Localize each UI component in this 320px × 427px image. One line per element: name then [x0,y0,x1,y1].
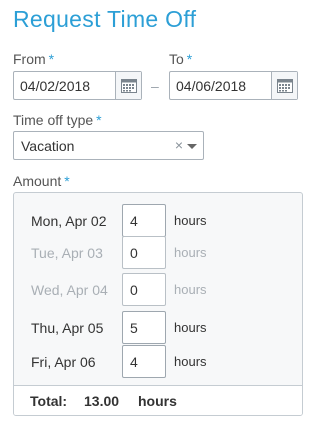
from-label: From * [13,51,54,67]
to-label-text: To [169,51,184,67]
to-date-field[interactable]: 04/06/2018 [169,71,298,100]
hours-value[interactable]: 5 [130,320,138,336]
clear-icon[interactable]: × [175,137,183,153]
required-mark: * [96,112,102,128]
request-time-off-form: Request Time Off From * 04/02/2018 – To * … [0,0,316,427]
amount-row-thu: Thu, Apr 05 5 hours [14,311,302,347]
amount-row-tue: Tue, Apr 03 0 hours [14,236,302,272]
total-label: Total: [30,393,68,409]
amount-row-mon: Mon, Apr 02 4 hours [14,204,302,240]
amount-panel: Mon, Apr 02 4 hours Tue, Apr 03 0 hours … [13,192,303,416]
hours-input-thu[interactable]: 5 [122,311,166,344]
from-calendar-button[interactable] [115,72,141,99]
unit-label: hours [174,213,207,228]
required-mark: * [48,51,55,67]
required-mark: * [64,173,70,189]
unit-label: hours [174,320,207,335]
calendar-icon [120,79,137,93]
to-label: To * [169,51,192,67]
total-row: Total: 13.00 hours [14,385,302,415]
day-label: Thu, Apr 05 [31,320,104,336]
hours-value[interactable]: 0 [130,282,138,298]
to-date-value[interactable]: 04/06/2018 [176,78,246,94]
amount-label: Amount * [13,173,70,189]
hours-value[interactable]: 0 [130,245,138,261]
total-value: 13.00 [84,393,120,409]
unit-label: hours [174,245,207,260]
hours-input-mon[interactable]: 4 [122,204,166,237]
hours-input-wed[interactable]: 0 [122,273,166,306]
day-label: Fri, Apr 06 [31,354,96,370]
date-range-separator: – [151,78,159,94]
page-title: Request Time Off [13,6,197,32]
total-unit: hours [138,393,177,409]
calendar-icon [276,79,293,93]
hours-value[interactable]: 4 [130,354,138,370]
amount-row-wed: Wed, Apr 04 0 hours [14,273,302,309]
unit-label: hours [174,354,207,369]
unit-label: hours [174,282,207,297]
chevron-down-icon[interactable] [187,144,197,149]
to-calendar-button[interactable] [271,72,297,99]
hours-value[interactable]: 4 [130,213,138,229]
from-date-field[interactable]: 04/02/2018 [13,71,142,100]
timeoff-type-value: Vacation [21,138,75,154]
hours-input-fri[interactable]: 4 [122,345,166,378]
from-label-text: From [13,51,46,67]
day-label: Mon, Apr 02 [31,213,107,229]
amount-label-text: Amount [13,173,62,189]
from-date-value[interactable]: 04/02/2018 [20,78,90,94]
day-label: Wed, Apr 04 [31,282,108,298]
hours-input-tue[interactable]: 0 [122,236,166,269]
day-label: Tue, Apr 03 [31,245,103,261]
timeoff-type-select[interactable]: Vacation × [13,131,204,160]
required-mark: * [186,51,193,67]
timeoff-type-label-text: Time off type [13,112,94,128]
timeoff-type-label: Time off type * [13,112,102,128]
amount-row-fri: Fri, Apr 06 4 hours [14,345,302,381]
